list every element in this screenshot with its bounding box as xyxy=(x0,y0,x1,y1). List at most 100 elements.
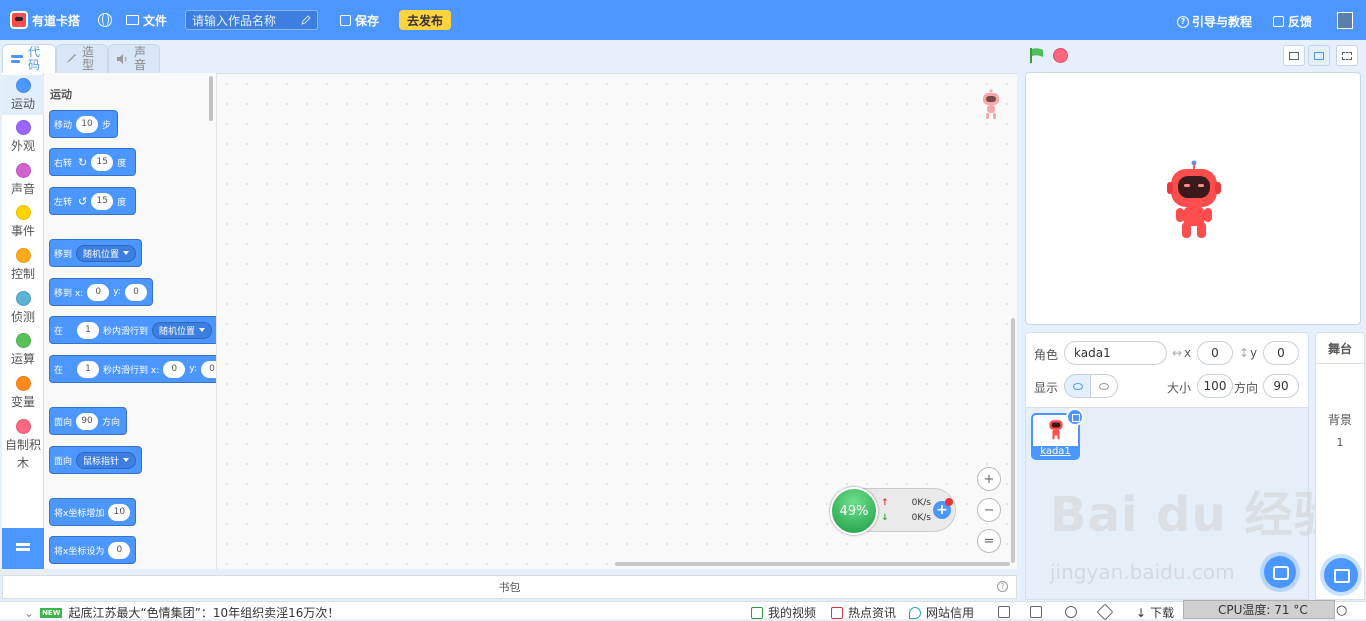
user-avatar[interactable] xyxy=(1337,12,1353,29)
add-extension-button[interactable] xyxy=(2,528,46,569)
block-dropdown[interactable]: 鼠标指针 xyxy=(76,451,137,469)
backpack-bar[interactable]: 书包 ? xyxy=(2,575,1017,599)
fullscreen-icon xyxy=(1342,52,1352,60)
category-my-blocks[interactable]: 自制积木 xyxy=(2,419,44,472)
category-motion[interactable]: 运动 xyxy=(2,75,44,115)
publish-button[interactable]: 去发布 xyxy=(399,10,452,30)
tab-code[interactable]: 代码 xyxy=(2,44,56,73)
x-position-input[interactable]: 0 xyxy=(1197,341,1233,365)
category-dot xyxy=(15,291,31,306)
palette-scrollbar[interactable] xyxy=(209,76,213,121)
category-label: 事件 xyxy=(10,224,35,238)
category-events[interactable]: 事件 xyxy=(2,205,44,239)
download-arrow-icon: ↓ xyxy=(1136,605,1147,620)
project-name-input[interactable]: 请输入作品名称 xyxy=(185,10,319,30)
category-sound[interactable]: 声音 xyxy=(2,163,44,197)
hot-news-button[interactable]: 热点资讯 xyxy=(831,604,896,621)
block-number-input[interactable]: 1 xyxy=(77,360,100,378)
news-ticker[interactable]: ⌄ NEW 起底江苏最大“色情集团”：10年组织卖淫16万次！ xyxy=(24,604,339,621)
block-goto-xy[interactable]: 移到 x: 0 y: 0 xyxy=(49,278,153,306)
download-arrow-icon: ↓ xyxy=(881,513,889,523)
kada-logo-icon xyxy=(10,11,28,29)
zoom-out-icon[interactable]: − xyxy=(977,498,1001,522)
rocket-icon[interactable] xyxy=(1096,603,1114,621)
download-button[interactable]: ↓ 下载 xyxy=(1136,604,1174,621)
block-text: 将x坐标增加 xyxy=(54,508,105,519)
block-set-x[interactable]: 将x坐标设为 0 xyxy=(49,536,136,564)
add-backdrop-button[interactable] xyxy=(1324,558,1358,592)
category-sensing[interactable]: 侦测 xyxy=(2,291,44,325)
normal-stage-button[interactable] xyxy=(1308,45,1330,66)
block-goto[interactable]: 移到 随机位置 xyxy=(49,239,142,267)
block-number-input[interactable]: 15 xyxy=(91,153,114,171)
block-number-input[interactable]: 10 xyxy=(76,115,99,133)
add-icon[interactable]: + xyxy=(933,498,953,519)
app-logo[interactable]: 有道卡搭 xyxy=(10,11,80,29)
feedback-button[interactable]: 反馈 xyxy=(1273,13,1312,30)
block-glide-to[interactable]: 在 1 秒内滑行到 随机位置 xyxy=(49,316,216,344)
network-speed-widget[interactable]: 49% ↑ 0K/s ↓ 0K/s + xyxy=(830,487,956,535)
site-credit-button[interactable]: 网站信用 xyxy=(909,604,974,621)
block-point-direction[interactable]: 面向 90 方向 xyxy=(49,407,127,435)
tab-sound[interactable]: 声音 xyxy=(108,44,160,73)
small-stage-icon xyxy=(1289,52,1299,60)
search-icon[interactable]: ○ xyxy=(1336,603,1347,618)
delete-sprite-icon[interactable] xyxy=(1066,408,1084,426)
block-turn-left[interactable]: 左转 ↺ 15 度 xyxy=(49,187,136,215)
category-label: 自制积木 xyxy=(4,438,41,470)
block-number-input[interactable]: 0 xyxy=(87,283,110,301)
category-control[interactable]: 控制 xyxy=(2,248,44,282)
zoom-in-icon[interactable]: + xyxy=(977,467,1001,491)
small-stage-button[interactable] xyxy=(1283,45,1305,66)
green-flag-icon[interactable] xyxy=(1029,48,1044,63)
category-label: 控制 xyxy=(10,267,35,281)
workspace-horizontal-scrollbar[interactable] xyxy=(615,562,1010,566)
block-number-input[interactable]: 15 xyxy=(91,192,114,210)
tab-costume[interactable]: 造型 xyxy=(56,44,108,73)
edit-pencil-icon xyxy=(301,15,311,25)
sprite-name-input[interactable]: kada1 xyxy=(1064,341,1167,365)
category-looks[interactable]: 外观 xyxy=(2,120,44,154)
stop-icon[interactable] xyxy=(1053,48,1068,63)
block-dropdown[interactable]: 随机位置 xyxy=(152,321,213,339)
block-move-steps[interactable]: 移动 10 步 xyxy=(49,110,118,138)
upload-arrow-icon: ↑ xyxy=(881,498,889,508)
language-globe-icon[interactable] xyxy=(98,13,113,27)
workspace-vertical-scrollbar[interactable] xyxy=(1011,318,1015,563)
block-number-input[interactable]: 90 xyxy=(76,412,99,430)
direction-input[interactable]: 90 xyxy=(1263,374,1299,398)
help-icon[interactable]: ? xyxy=(997,581,1008,592)
block-text: 秒内滑行到 xyxy=(103,326,149,337)
file-menu[interactable]: 文件 xyxy=(126,12,167,29)
my-video-button[interactable]: 我的视频 xyxy=(751,604,816,621)
speed-icon[interactable] xyxy=(1065,606,1077,618)
y-position-input[interactable]: 0 xyxy=(1263,341,1299,365)
block-number-input[interactable]: 0 xyxy=(163,360,186,378)
guide-tutorial-button[interactable]: ? 引导与教程 xyxy=(1177,13,1252,30)
block-turn-right[interactable]: 右转 ↻ 15 度 xyxy=(49,148,136,176)
zoom-reset-icon[interactable]: = xyxy=(977,529,1001,553)
size-input[interactable]: 100 xyxy=(1197,374,1233,398)
block-number-input[interactable]: 0 xyxy=(124,283,147,301)
category-variables[interactable]: 变量 xyxy=(2,376,44,410)
block-number-input[interactable]: 10 xyxy=(108,503,131,521)
image-icon[interactable] xyxy=(1030,606,1042,618)
block-point-towards[interactable]: 面向 鼠标指针 xyxy=(49,446,142,474)
hide-sprite-toggle[interactable] xyxy=(1091,374,1118,398)
shield-icon[interactable] xyxy=(998,606,1010,618)
kada-robot-sprite[interactable] xyxy=(1167,160,1221,240)
save-button[interactable]: 保存 xyxy=(340,12,379,29)
add-sprite-button[interactable] xyxy=(1264,556,1296,588)
block-number-input[interactable]: 0 xyxy=(108,541,131,559)
memory-usage-ball[interactable]: 49% xyxy=(830,487,878,535)
block-number-input[interactable]: 0 xyxy=(200,360,216,378)
block-number-input[interactable]: 1 xyxy=(77,321,100,339)
fullscreen-button[interactable] xyxy=(1336,45,1358,66)
block-change-x[interactable]: 将x坐标增加 10 xyxy=(49,498,136,526)
category-operators[interactable]: 运算 xyxy=(2,333,44,367)
show-label: 显示 xyxy=(1034,381,1059,395)
block-dropdown[interactable]: 随机位置 xyxy=(76,244,137,262)
block-text: 移到 xyxy=(54,249,73,260)
show-sprite-toggle[interactable] xyxy=(1064,374,1091,398)
block-glide-to-xy[interactable]: 在 1 秒内滑行到 x: 0 y: 0 xyxy=(49,355,216,383)
